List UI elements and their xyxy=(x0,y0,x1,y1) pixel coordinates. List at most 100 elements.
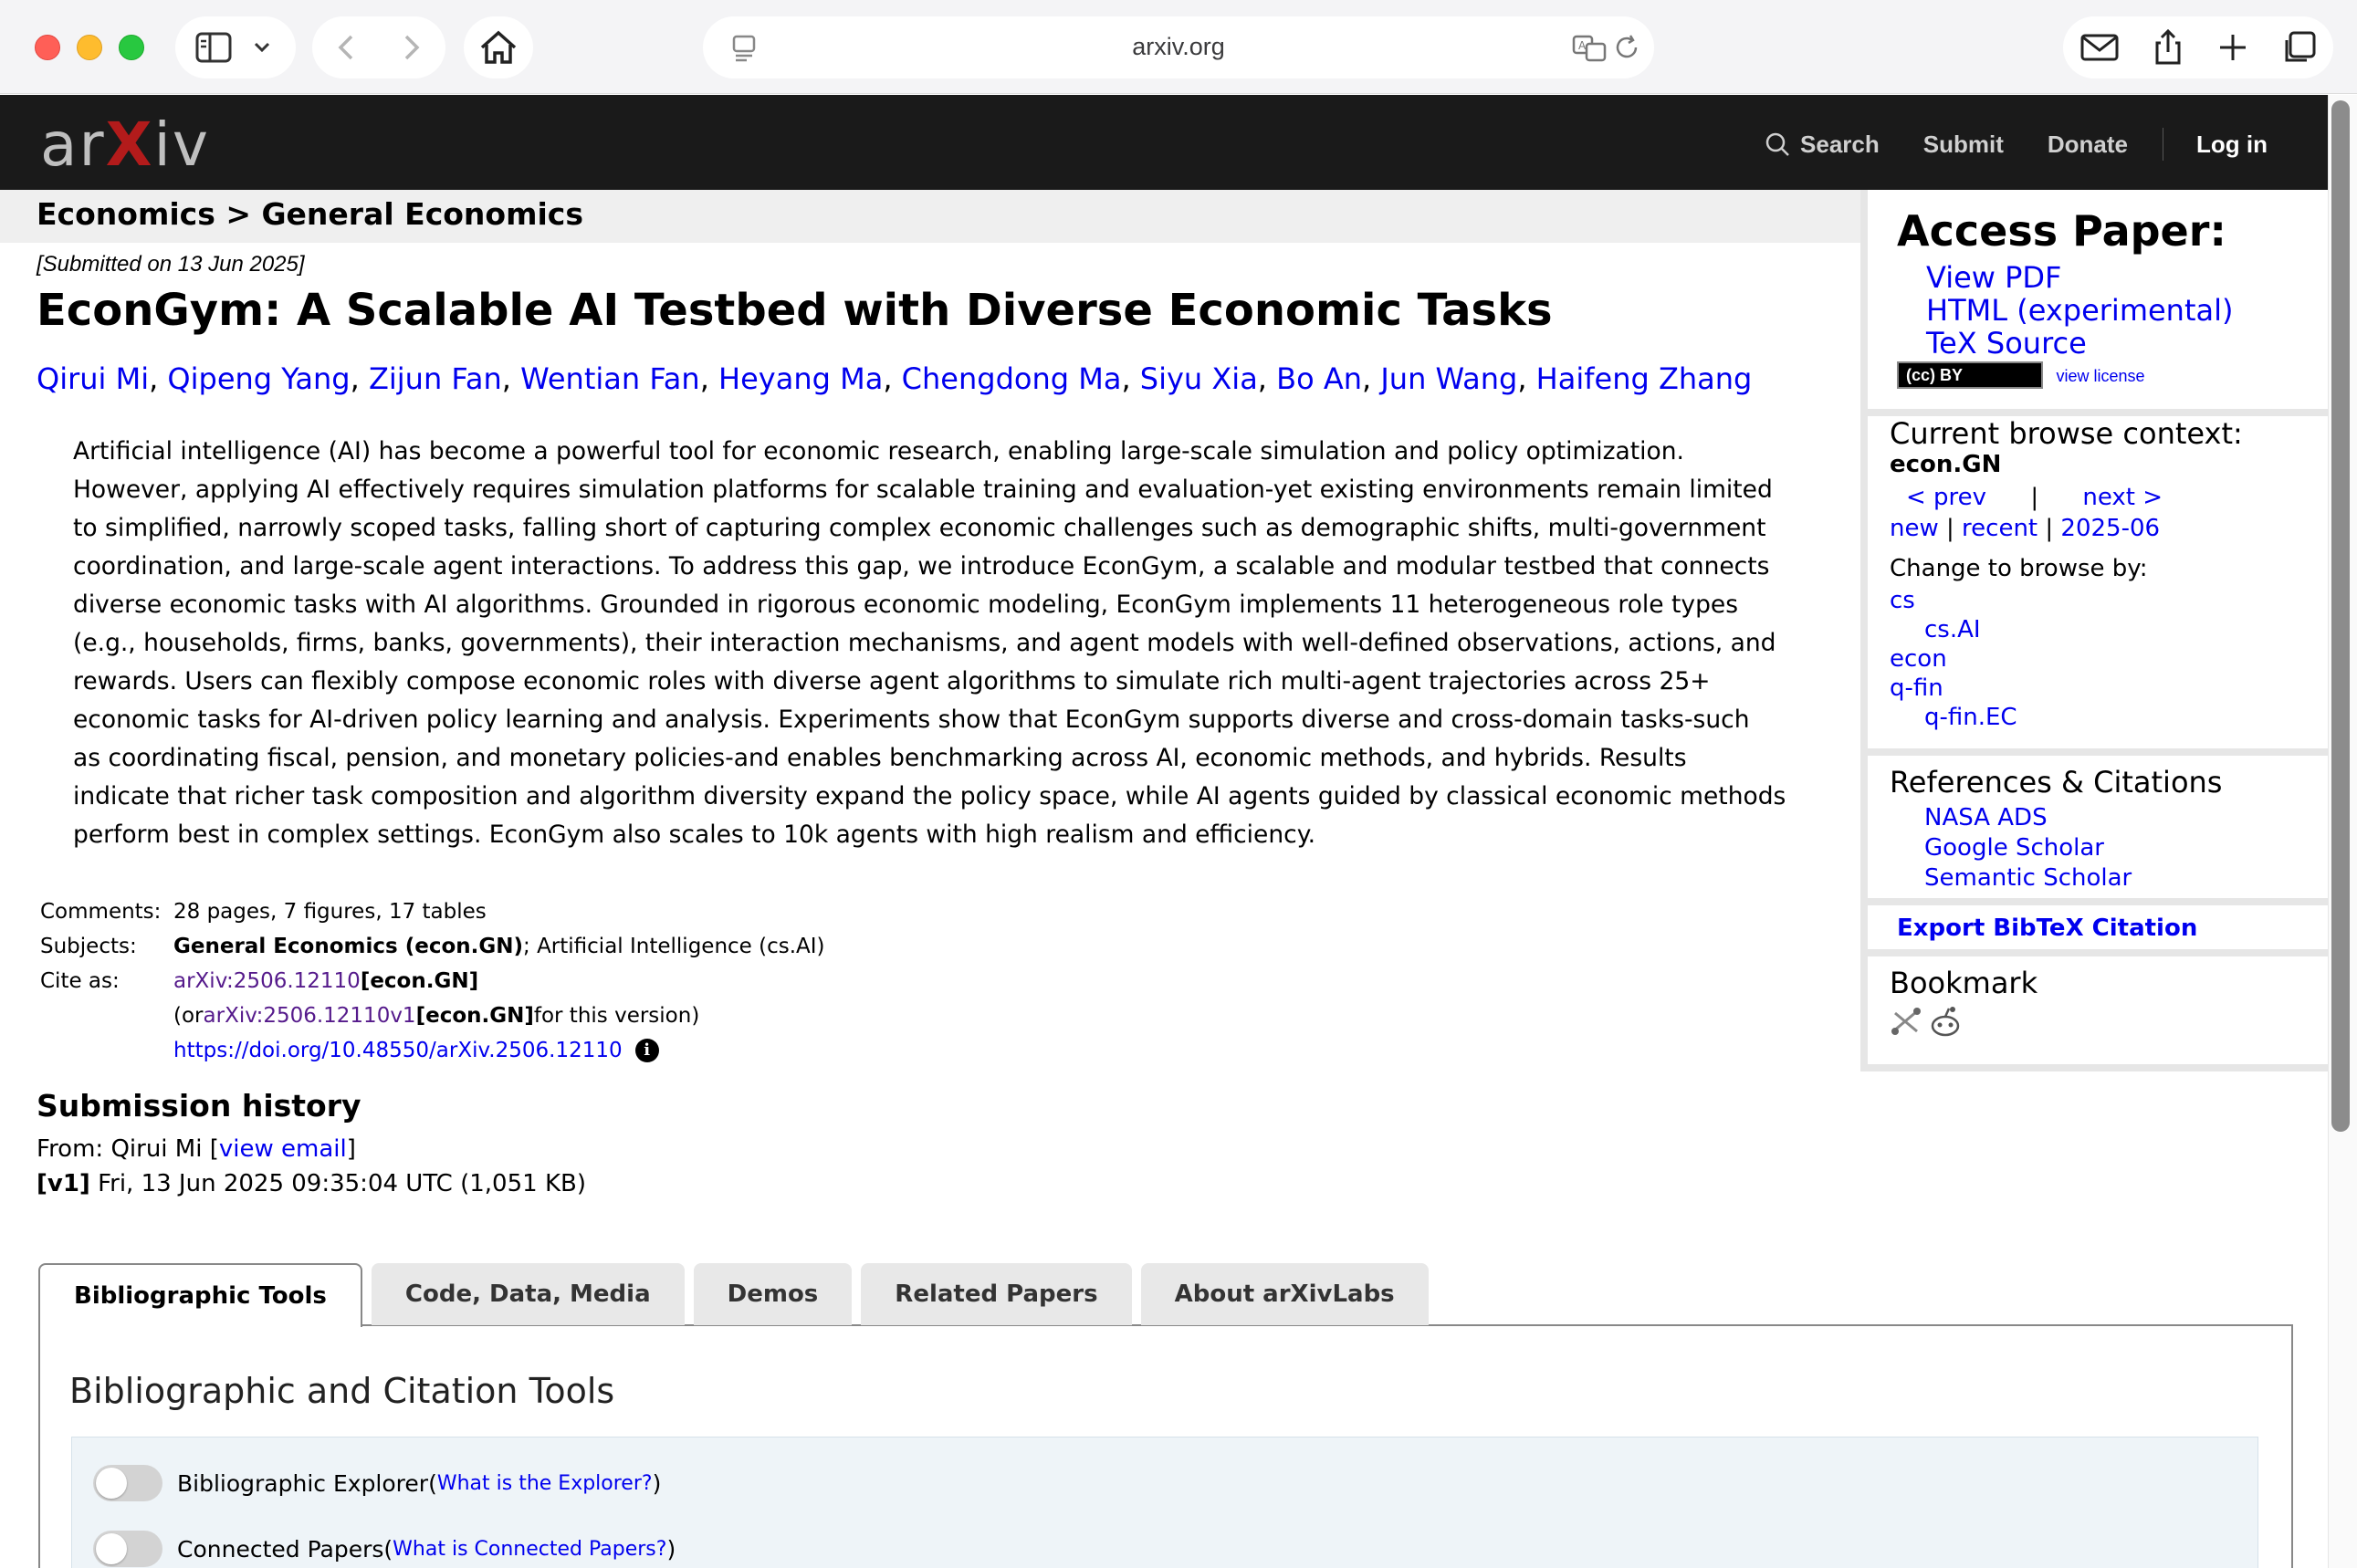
reddit-icon[interactable] xyxy=(1928,1006,1963,1039)
version-id-link[interactable]: arXiv:2506.12110v1 xyxy=(204,1004,416,1028)
abstract-line: to simplified, narrowly scoped tasks, fa… xyxy=(73,514,1766,542)
donate-link[interactable]: Donate xyxy=(2048,131,2128,159)
abstract-line: indicate that richer task composition an… xyxy=(73,782,1786,810)
abstract-line: perform best in complex settings. EconGy… xyxy=(73,821,1316,849)
author-link[interactable]: Zijun Fan xyxy=(369,361,502,396)
pipe-sep: | xyxy=(2045,515,2054,542)
breadcrumb[interactable]: Economics > General Economics xyxy=(0,190,1860,243)
abstract-line: Artificial intelligence (AI) has become … xyxy=(73,437,1684,465)
author-link[interactable]: Heyang Ma xyxy=(718,361,883,396)
paren-open: ( xyxy=(428,1469,437,1497)
references-section: References & Citations NASA ADS Google S… xyxy=(1868,756,2328,905)
home-icon xyxy=(480,30,517,64)
svg-text:A: A xyxy=(1578,39,1587,52)
cc-license-badge[interactable]: (cc) BY xyxy=(1897,361,2043,389)
browse-cs-ai-link[interactable]: cs.AI xyxy=(1890,615,2328,644)
version-tag[interactable]: [v1] xyxy=(37,1170,90,1197)
author-link[interactable]: Qirui Mi xyxy=(37,361,149,396)
author-link[interactable]: Wentian Fan xyxy=(520,361,700,396)
login-link[interactable]: Log in xyxy=(2196,131,2268,159)
browse-q-fin-link[interactable]: q-fin xyxy=(1890,674,2328,703)
recent-link[interactable]: recent xyxy=(1962,515,2037,542)
tab-demos[interactable]: Demos xyxy=(693,1263,853,1325)
tab-about-arxivlabs[interactable]: About arXivLabs xyxy=(1140,1263,1429,1325)
page-scrollbar-thumb[interactable] xyxy=(2331,100,2350,1132)
abstract-line: rewards. Users can flexibly compose econ… xyxy=(73,667,1711,695)
author-link[interactable]: Siyu Xia xyxy=(1140,361,1258,396)
translate-icon[interactable]: A xyxy=(1572,33,1608,62)
sidebar-icon xyxy=(195,32,232,63)
access-heading: Access Paper: xyxy=(1897,206,2226,256)
version-category: [econ.GN] xyxy=(415,1004,534,1028)
export-section: Export BibTeX Citation xyxy=(1868,905,2328,956)
home-button[interactable] xyxy=(464,16,533,78)
connected-papers-toggle[interactable] xyxy=(93,1531,162,1567)
export-bibtex-link[interactable]: Export BibTeX Citation xyxy=(1897,915,2197,942)
zoom-window-button[interactable] xyxy=(119,35,144,60)
back-arrow-icon[interactable] xyxy=(329,29,365,66)
site-nav: Search Submit Donate Log in xyxy=(1720,128,2268,161)
address-bar[interactable]: arxiv.org A xyxy=(703,16,1654,78)
primary-subject: General Economics (econ.GN) xyxy=(173,935,524,958)
cite-id-link[interactable]: arXiv:2506.12110 xyxy=(173,969,361,993)
doi-link[interactable]: https://doi.org/10.48550/arXiv.2506.1211… xyxy=(173,1039,623,1062)
semantic-scholar-link[interactable]: Semantic Scholar xyxy=(1924,863,2328,894)
month-link[interactable]: 2025-06 xyxy=(2060,515,2160,542)
browse-cs-link[interactable]: cs xyxy=(1890,586,2328,615)
version-row: (or arXiv:2506.12110v1 [econ.GN] for thi… xyxy=(40,998,825,1033)
from-text: From: Qirui Mi [ xyxy=(37,1135,219,1163)
mail-icon[interactable] xyxy=(2079,32,2120,63)
next-link[interactable]: next > xyxy=(2082,484,2163,511)
cite-row: Cite as: arXiv:2506.12110 [econ.GN] xyxy=(40,964,825,998)
reload-icon[interactable] xyxy=(1612,33,1641,62)
arxiv-logo[interactable]: arXiv xyxy=(40,110,210,180)
view-pdf-link[interactable]: View PDF xyxy=(1926,261,2328,294)
author-link[interactable]: Bo An xyxy=(1276,361,1362,396)
author-link[interactable]: Qipeng Yang xyxy=(167,361,350,396)
tab-code-data-media[interactable]: Code, Data, Media xyxy=(371,1263,685,1325)
close-window-button[interactable] xyxy=(35,35,60,60)
view-license-link[interactable]: view license xyxy=(2056,367,2144,385)
tab-bibliographic-tools[interactable]: Bibliographic Tools xyxy=(38,1263,362,1327)
explorer-toggle-row: Bibliographic Explorer (What is the Expl… xyxy=(93,1465,661,1501)
paren-open: ( xyxy=(383,1535,393,1563)
prev-link[interactable]: < prev xyxy=(1906,484,1986,511)
explorer-help-link[interactable]: What is the Explorer? xyxy=(437,1472,653,1495)
author-link[interactable]: Haifeng Zhang xyxy=(1536,361,1753,396)
nasa-ads-link[interactable]: NASA ADS xyxy=(1924,803,2328,833)
browse-econ-link[interactable]: econ xyxy=(1890,644,2328,674)
author-link[interactable]: Jun Wang xyxy=(1380,361,1517,396)
url-text: arxiv.org xyxy=(1132,33,1225,60)
new-link[interactable]: new xyxy=(1890,515,1939,542)
tab-overview-icon[interactable] xyxy=(2281,29,2318,66)
submission-date: [Submitted on 13 Jun 2025] xyxy=(37,252,305,277)
tab-related-papers[interactable]: Related Papers xyxy=(861,1263,1132,1325)
connected-label: Connected Papers xyxy=(177,1535,384,1563)
view-email-link[interactable]: view email xyxy=(219,1135,347,1163)
forward-arrow-icon[interactable] xyxy=(393,29,429,66)
context-heading: Current browse context: xyxy=(1890,416,2243,451)
info-icon[interactable]: i xyxy=(634,1039,659,1062)
html-link[interactable]: HTML (experimental) xyxy=(1926,294,2328,327)
bibsonomy-icon[interactable] xyxy=(1890,1006,1922,1037)
cite-category: [econ.GN] xyxy=(360,969,479,993)
from-close: ] xyxy=(346,1135,356,1163)
minimize-window-button[interactable] xyxy=(77,35,102,60)
context-value: econ.GN xyxy=(1890,451,2002,478)
tools-tabs: Bibliographic Tools Code, Data, Media De… xyxy=(38,1263,1438,1327)
history-nav-group xyxy=(312,16,445,78)
abstract-line: However, applying AI effectively require… xyxy=(73,476,1773,504)
tex-source-link[interactable]: TeX Source xyxy=(1926,327,2328,360)
search-link[interactable]: Search xyxy=(1764,131,1880,159)
submit-link[interactable]: Submit xyxy=(1923,131,2004,159)
abstract-line: economic tasks for AI-driven policy lear… xyxy=(73,706,1750,734)
sidebar-toggle-button[interactable] xyxy=(175,16,296,78)
explorer-toggle[interactable] xyxy=(93,1465,162,1501)
google-scholar-link[interactable]: Google Scholar xyxy=(1924,833,2328,863)
share-icon[interactable] xyxy=(2152,28,2184,67)
version-details: Fri, 13 Jun 2025 09:35:04 UTC (1,051 KB) xyxy=(89,1170,586,1197)
connected-help-link[interactable]: What is Connected Papers? xyxy=(393,1538,666,1561)
author-link[interactable]: Chengdong Ma xyxy=(902,361,1122,396)
browse-q-fin-ec-link[interactable]: q-fin.EC xyxy=(1890,703,2328,732)
new-tab-icon[interactable] xyxy=(2216,31,2249,64)
